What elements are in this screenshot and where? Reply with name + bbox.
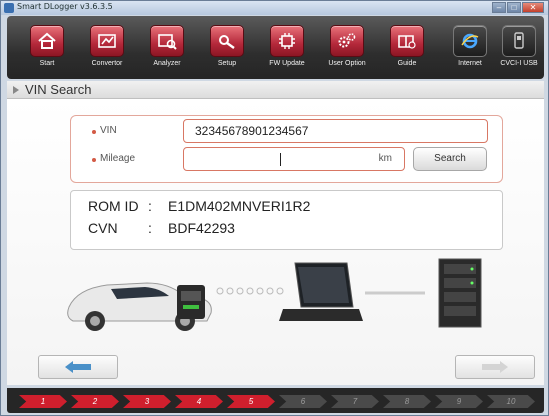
mileage-label: Mileage — [100, 153, 136, 164]
arrow-right-icon — [482, 361, 508, 373]
home-icon — [30, 25, 64, 57]
rom-id-row: ROM ID: E1DM402MNVERI1R2 — [88, 198, 310, 214]
toolbar-label: FW Update — [269, 60, 305, 67]
server-icon — [438, 258, 482, 328]
cvn-value: BDF42293 — [168, 220, 235, 236]
main-toolbar: Start Convertor Analyzer Setup FW Update — [7, 16, 544, 79]
connection-illustration — [67, 258, 482, 331]
toolbar-convertor-button[interactable]: Convertor — [81, 25, 133, 67]
cvn-row: CVN: BDF42293 — [88, 220, 235, 236]
toolbar-label: Analyzer — [153, 60, 181, 67]
section-header: VIN Search — [7, 81, 544, 99]
toolbar-analyzer-button[interactable]: Analyzer — [141, 25, 193, 67]
step-8: 8 — [383, 395, 431, 408]
close-button[interactable]: ✕ — [522, 2, 544, 13]
step-progress-bar: 1 2 3 4 5 6 7 8 9 10 — [7, 388, 544, 413]
step-1: 1 — [19, 395, 67, 408]
maximize-button[interactable]: □ — [507, 2, 521, 13]
minimize-button[interactable]: – — [492, 2, 506, 13]
step-4: 4 — [175, 395, 223, 408]
toolbar-label: Convertor — [91, 60, 123, 67]
search-button[interactable]: Search — [413, 147, 487, 171]
separator: : — [148, 198, 152, 214]
bullet-icon — [92, 130, 96, 134]
back-button[interactable] — [38, 355, 118, 379]
toolbar-user-option-button[interactable]: User Option — [321, 25, 373, 67]
vin-label: VIN — [100, 125, 117, 136]
rom-id-label: ROM ID — [88, 198, 139, 214]
step-6: 6 — [279, 395, 327, 408]
toolbar-label: CVCI-I USB — [500, 60, 538, 67]
separator: : — [148, 220, 152, 236]
step-2: 2 — [71, 395, 119, 408]
usb-device-status[interactable]: CVCI-I USB — [493, 25, 545, 67]
next-button[interactable] — [455, 355, 535, 379]
laptop-icon — [279, 262, 363, 321]
vin-search-panel: VIN 32345678901234567 Mileage km Search — [70, 115, 503, 183]
toolbar-fw-update-button[interactable]: FW Update — [261, 25, 313, 67]
toolbar-guide-button[interactable]: Guide — [381, 25, 433, 67]
main-content: VIN 32345678901234567 Mileage km Search … — [7, 99, 544, 385]
step-3: 3 — [123, 395, 171, 408]
gears-icon — [330, 25, 364, 57]
result-panel: ROM ID: E1DM402MNVERI1R2 CVN: BDF42293 — [70, 190, 503, 250]
rom-id-value: E1DM402MNVERI1R2 — [168, 198, 311, 214]
play-arrow-icon — [13, 86, 19, 94]
internet-explorer-icon — [453, 25, 487, 57]
app-logo-icon — [4, 3, 14, 13]
toolbar-label: Guide — [397, 60, 417, 67]
app-window: Smart DLogger v3.6.3.5 – □ ✕ Start Conve… — [0, 0, 549, 416]
guide-icon — [390, 25, 424, 57]
setup-icon — [210, 25, 244, 57]
text-cursor — [280, 153, 281, 166]
internet-status[interactable]: Internet — [444, 25, 496, 67]
connection-dots — [216, 287, 284, 295]
bullet-icon — [92, 158, 96, 162]
analyzer-icon — [150, 25, 184, 57]
toolbar-label: Start — [39, 60, 55, 67]
converter-icon — [90, 25, 124, 57]
mileage-input[interactable]: km — [183, 147, 405, 171]
step-10: 10 — [487, 395, 535, 408]
step-7: 7 — [331, 395, 379, 408]
toolbar-label: User Option — [328, 60, 366, 67]
toolbar-label: Setup — [217, 60, 237, 67]
step-5: 5 — [227, 395, 275, 408]
window-controls: – □ ✕ — [492, 2, 544, 13]
toolbar-setup-button[interactable]: Setup — [201, 25, 253, 67]
obd-dongle-icon — [177, 285, 205, 319]
window-title: Smart DLogger v3.6.3.5 — [17, 2, 113, 11]
arrow-left-icon — [65, 361, 91, 373]
toolbar-start-button[interactable]: Start — [21, 25, 73, 67]
cvn-label: CVN — [88, 220, 118, 236]
usb-device-icon — [502, 25, 536, 57]
firmware-icon — [270, 25, 304, 57]
vin-input[interactable]: 32345678901234567 — [183, 119, 488, 143]
step-9: 9 — [435, 395, 483, 408]
mileage-unit: km — [378, 153, 392, 164]
page-title: VIN Search — [25, 82, 92, 97]
title-bar: Smart DLogger v3.6.3.5 – □ ✕ — [1, 1, 548, 15]
toolbar-label: Internet — [458, 60, 482, 67]
